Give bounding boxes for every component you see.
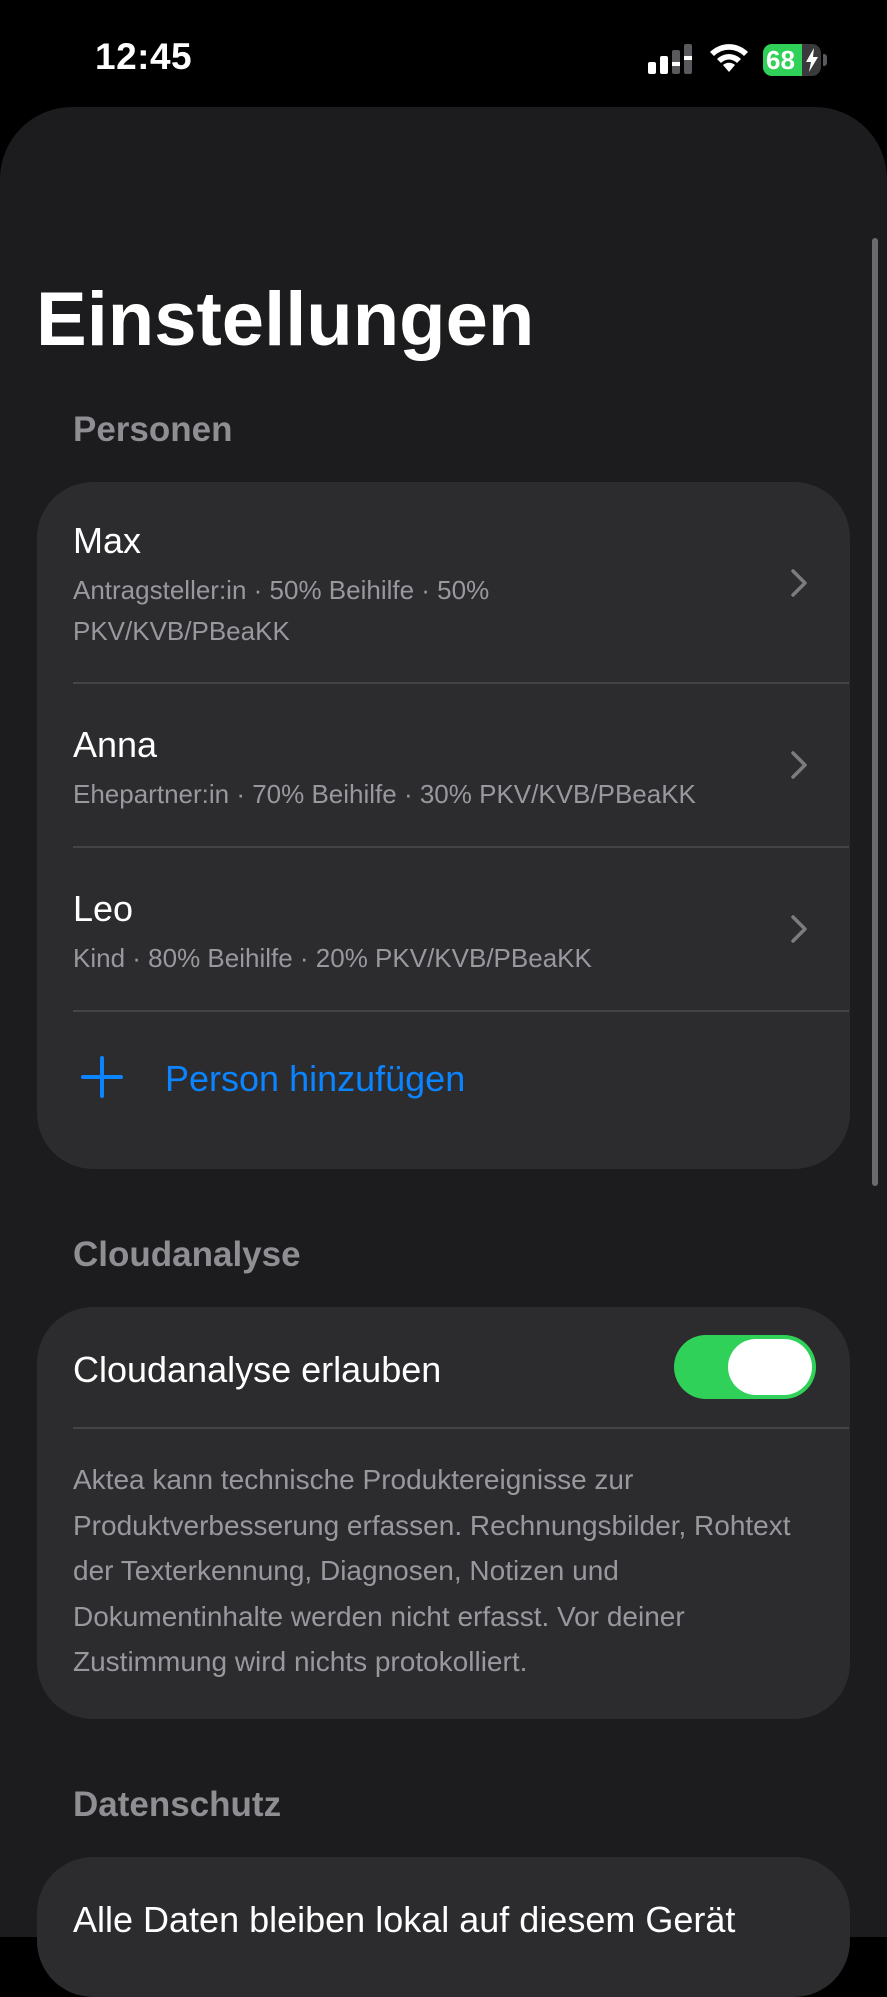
cloud-analysis-toggle[interactable] [674, 1335, 816, 1399]
person-row-leo[interactable]: Leo Kind · 80% Beihilfe · 20% PKV/KVB/PB… [37, 848, 850, 1010]
cellular-signal-icon [648, 44, 692, 74]
divider [73, 1427, 849, 1429]
privacy-item-text: Alle Daten bleiben lokal auf diesem Gerä… [73, 1899, 736, 1940]
battery-cap [823, 54, 827, 66]
wifi-icon [710, 44, 748, 72]
cloud-toggle-label: Cloudanalyse erlauben [73, 1349, 442, 1390]
battery-body: 68 [763, 44, 821, 76]
cloud-description: Aktea kann technische Produktereignisse … [73, 1464, 791, 1677]
scrollbar[interactable] [872, 238, 878, 1186]
person-name: Max [73, 520, 142, 561]
section-header-privacy: Datenschutz [73, 1785, 282, 1824]
charging-bolt-icon [806, 48, 818, 72]
privacy-row[interactable]: Alle Daten bleiben lokal auf diesem Gerä… [37, 1857, 850, 1997]
status-bar: 12:45 68 [0, 0, 887, 110]
person-row-max[interactable]: Max Antragsteller:in · 50% Beihilfe · 50… [37, 482, 850, 682]
chevron-right-icon [791, 751, 807, 779]
add-person-button[interactable]: Person hinzufügen [37, 1012, 850, 1169]
person-name: Leo [73, 888, 134, 929]
battery-level: 68 [766, 45, 795, 75]
chevron-right-icon [791, 569, 807, 597]
person-name: Anna [73, 724, 158, 765]
persons-card: Max Antragsteller:in · 50% Beihilfe · 50… [37, 482, 850, 1169]
person-detail: Antragsteller:in · 50% Beihilfe · 50% PK… [73, 575, 490, 646]
person-detail: Kind · 80% Beihilfe · 20% PKV/KVB/PBeaKK [73, 943, 592, 973]
person-detail: Ehepartner:in · 70% Beihilfe · 30% PKV/K… [73, 779, 696, 809]
status-time: 12:45 [95, 36, 193, 77]
page-title: Einstellungen [36, 277, 535, 362]
plus-icon [81, 1056, 123, 1098]
chevron-right-icon [791, 915, 807, 943]
cloud-card: Cloudanalyse erlauben Aktea kann technis… [37, 1307, 850, 1719]
toggle-knob [728, 1339, 812, 1395]
person-row-anna[interactable]: Anna Ehepartner:in · 70% Beihilfe · 30% … [37, 684, 850, 846]
cloud-toggle-row: Cloudanalyse erlauben [37, 1307, 850, 1427]
privacy-card: Alle Daten bleiben lokal auf diesem Gerä… [37, 1857, 850, 1997]
battery-indicator: 68 [763, 44, 829, 76]
section-header-cloud: Cloudanalyse [73, 1235, 301, 1274]
add-person-label: Person hinzufügen [165, 1058, 466, 1099]
section-header-persons: Personen [73, 410, 233, 449]
